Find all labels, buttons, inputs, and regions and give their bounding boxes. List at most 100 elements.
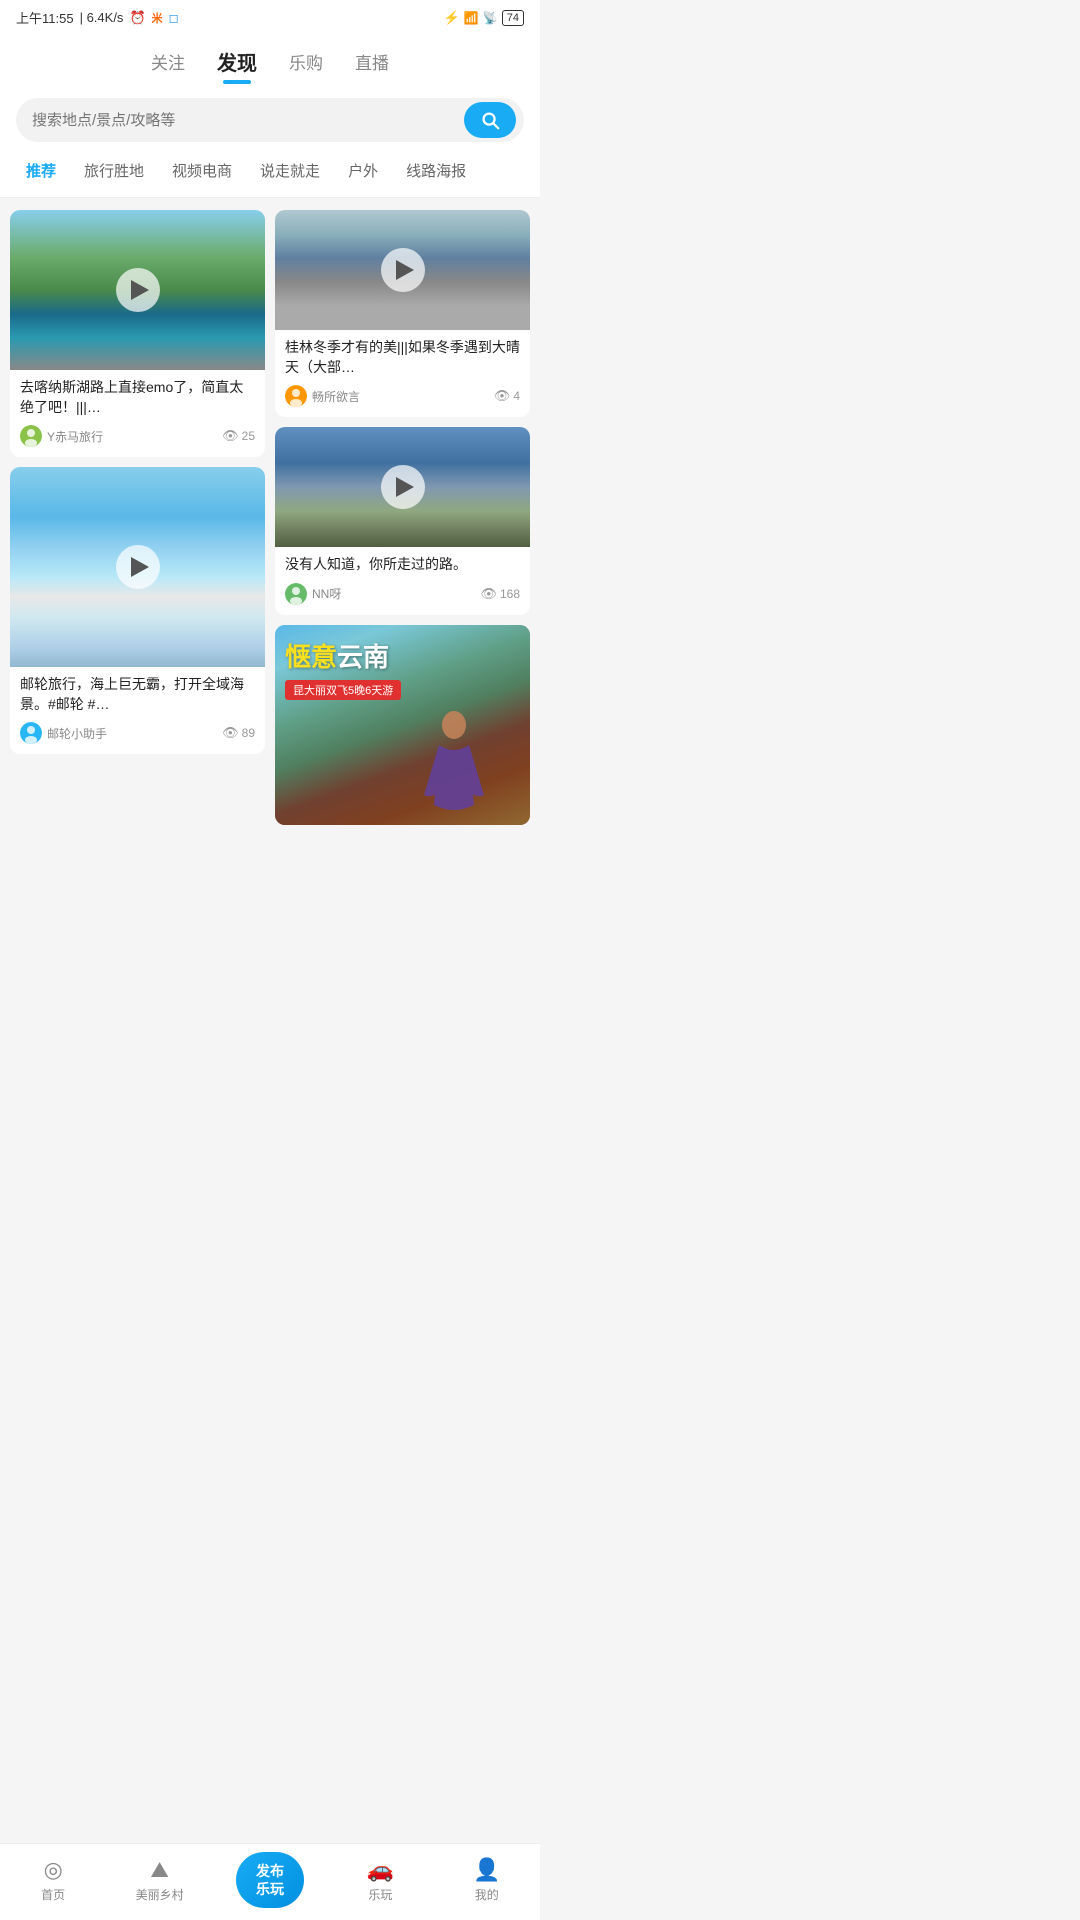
card-yunnan[interactable]: 惬意云南 昆大丽双飞5晚6天游 [275,625,530,825]
countryside-icon: ⛰ [150,1857,168,1883]
card-guilin-image [275,210,530,330]
card-kanas-views: 👁 25 [222,428,255,444]
cat-tuijian[interactable]: 推荐 [12,156,70,185]
card-cruise-body: 邮轮旅行，海上巨无霸，打开全域海景。#邮轮 #… 邮轮小助手 [10,667,265,754]
play-button[interactable] [116,268,160,312]
play-button-guilin[interactable] [381,248,425,292]
bottom-spacer [0,837,540,917]
home-icon: ◎ [44,1857,63,1883]
status-speed: | 6.4K/s [80,10,124,25]
tab-faxian[interactable]: 发现 [217,47,257,80]
status-bar: 上午11:55 | 6.4K/s ⏰ 米 ◻ ⚡ 📶 📡 74 [0,0,540,35]
play-button-mountain[interactable] [381,465,425,509]
avatar-icon-guilin [285,385,307,407]
nav-countryside[interactable]: ⛰ 美丽乡村 [130,1857,190,1903]
card-cruise-views: 👁 89 [222,725,255,741]
tab-zhibo[interactable]: 直播 [355,49,389,78]
search-input[interactable] [32,112,464,129]
mine-icon: 👤 [473,1857,500,1883]
eye-icon-cruise: 👁 [222,725,239,741]
view-count-kanas: 25 [242,429,255,443]
view-count-mountain: 168 [500,587,520,601]
card-mountain-author: NN呀 [285,583,341,605]
card-guilin[interactable]: 桂林冬季才有的美|||如果冬季遇到大晴天（大部… 畅所欲言 [275,210,530,417]
card-mountain[interactable]: 没有人知道，你所走过的路。 NN呀 👁 [275,427,530,615]
card-cruise-author: 邮轮小助手 [20,722,107,744]
tab-legou[interactable]: 乐购 [289,49,323,78]
yunnan-title: 惬意云南 [285,637,401,674]
yunnan-title-text: 云南 [337,642,389,672]
card-mountain-meta: NN呀 👁 168 [285,583,520,605]
avatar-icon [20,425,42,447]
card-guilin-title: 桂林冬季才有的美|||如果冬季遇到大晴天（大部… [285,338,520,377]
yunnan-girl-silhouette [414,705,494,825]
cat-video[interactable]: 视频电商 [158,156,246,185]
author-name-guilin: 畅所欲言 [312,388,360,405]
wifi-icon: 📡 [483,11,498,25]
play-triangle-icon-guilin [396,260,414,280]
nav-home-label: 首页 [41,1886,65,1903]
cat-huwai[interactable]: 户外 [334,156,392,185]
author-name-cruise: 邮轮小助手 [47,725,107,742]
view-count-guilin: 4 [513,389,520,403]
author-name-kanas: Y赤马旅行 [47,428,103,445]
cat-lvxing[interactable]: 旅行胜地 [70,156,158,185]
eye-icon-mountain: 👁 [480,586,497,602]
signal-icon: 📶 [464,11,479,25]
search-button[interactable] [464,102,516,138]
cat-shuozo[interactable]: 说走就走 [246,156,334,185]
author-name-mountain: NN呀 [312,585,341,602]
avatar-icon-cruise [20,722,42,744]
card-kanas-meta: Y赤马旅行 👁 25 [20,425,255,447]
card-kanas-body: 去喀纳斯湖路上直接emo了，简直太绝了吧！|||… Y赤马旅行 [10,370,265,457]
play-triangle-icon-cruise [131,557,149,577]
play-triangle-icon [131,280,149,300]
nav-leplay-label: 乐玩 [368,1886,392,1903]
card-guilin-views: 👁 4 [494,388,520,404]
card-kanas[interactable]: 去喀纳斯湖路上直接emo了，简直太绝了吧！|||… Y赤马旅行 [10,210,265,457]
card-kanas-image [10,210,265,370]
search-bar [16,98,524,142]
yunnan-title-highlight: 惬意 [285,642,337,672]
card-mountain-image [275,427,530,547]
nav-countryside-label: 美丽乡村 [136,1886,184,1903]
card-cruise-title: 邮轮旅行，海上巨无霸，打开全域海景。#邮轮 #… [20,675,255,714]
nav-mine-label: 我的 [475,1886,499,1903]
card-yunnan-image: 惬意云南 昆大丽双飞5晚6天游 [275,625,530,825]
bluetooth-icon: ⚡ [444,10,460,26]
leplay-icon: 🚗 [367,1857,394,1883]
bottom-nav: ◎ 首页 ⛰ 美丽乡村 发布乐玩 🚗 乐玩 👤 我的 [0,1843,540,1920]
eye-icon: 👁 [222,428,239,444]
status-mi: 米 [152,10,163,26]
search-bar-wrap [0,88,540,156]
card-cruise-meta: 邮轮小助手 👁 89 [20,722,255,744]
card-mountain-views: 👁 168 [480,586,520,602]
content-area: 去喀纳斯湖路上直接emo了，简直太绝了吧！|||… Y赤马旅行 [0,198,540,837]
avatar-icon-mountain [285,583,307,605]
card-kanas-author: Y赤马旅行 [20,425,103,447]
search-icon [479,109,501,131]
status-app: ◻ [169,11,179,25]
card-cruise[interactable]: 邮轮旅行，海上巨无霸，打开全域海景。#邮轮 #… 邮轮小助手 [10,467,265,754]
status-alarm: ⏰ [129,10,145,26]
eye-icon-guilin: 👁 [494,388,511,404]
play-button-cruise[interactable] [116,545,160,589]
yunnan-title-wrap: 惬意云南 昆大丽双飞5晚6天游 [285,637,401,700]
battery-icon: 74 [502,10,524,26]
play-triangle-icon-mountain [396,477,414,497]
avatar-kanas [20,425,42,447]
status-left: 上午11:55 | 6.4K/s ⏰ 米 ◻ [16,8,179,27]
card-mountain-body: 没有人知道，你所走过的路。 NN呀 👁 [275,547,530,615]
nav-leplay[interactable]: 🚗 乐玩 [350,1857,410,1903]
nav-mine[interactable]: 👤 我的 [457,1857,517,1903]
card-mountain-title: 没有人知道，你所走过的路。 [285,555,520,575]
tab-guanzhu[interactable]: 关注 [151,49,185,78]
card-guilin-body: 桂林冬季才有的美|||如果冬季遇到大晴天（大部… 畅所欲言 [275,330,530,417]
nav-home[interactable]: ◎ 首页 [23,1857,83,1903]
publish-button[interactable]: 发布乐玩 [236,1852,304,1908]
card-guilin-author: 畅所欲言 [285,385,360,407]
cat-xianlu[interactable]: 线路海报 [392,156,480,185]
status-right: ⚡ 📶 📡 74 [444,10,524,26]
left-column: 去喀纳斯湖路上直接emo了，简直太绝了吧！|||… Y赤马旅行 [10,210,265,825]
status-time: 上午11:55 [16,8,74,27]
